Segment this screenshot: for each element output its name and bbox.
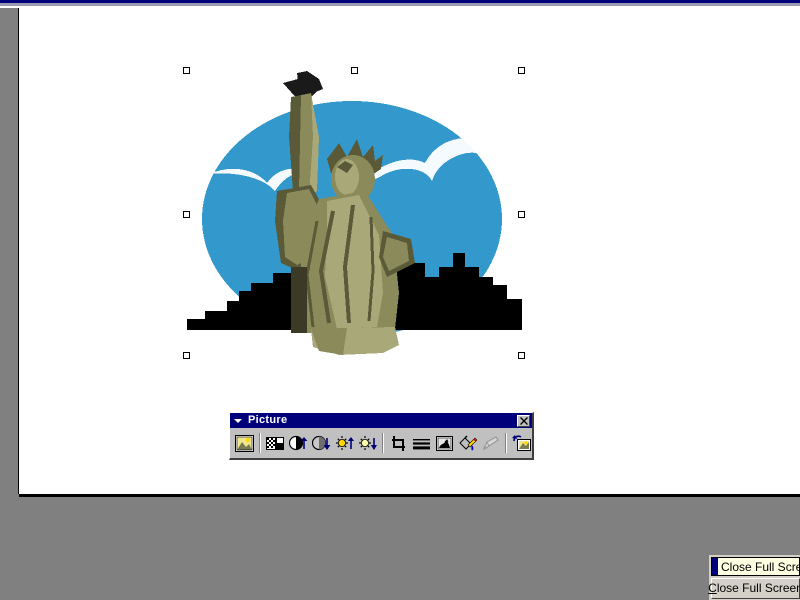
close-full-screen-popup[interactable]: Close Full Screen xyxy=(711,557,800,576)
close-full-screen-button[interactable]: Close Full Screen xyxy=(708,578,800,599)
crop-icon[interactable] xyxy=(387,432,410,454)
slide-bottom-edge xyxy=(19,494,800,497)
recolor-picture-icon[interactable] xyxy=(433,432,456,454)
more-brightness-icon[interactable] xyxy=(333,432,356,454)
picture-toolbar-title: Picture xyxy=(248,414,288,426)
close-full-screen-rest: lose Full Screen xyxy=(716,581,800,595)
format-picture-icon[interactable] xyxy=(456,432,479,454)
reset-picture-icon[interactable] xyxy=(510,432,533,454)
toolbar-separator-2 xyxy=(382,433,384,453)
picture-toolbar[interactable]: Picture xyxy=(229,412,534,460)
selection-handle-middle-left[interactable] xyxy=(183,211,190,218)
toolbar-separator-1 xyxy=(259,433,261,453)
insert-picture-icon[interactable] xyxy=(233,432,256,454)
selection-handle-top-right[interactable] xyxy=(518,67,525,74)
set-transparent-color-icon[interactable] xyxy=(479,432,502,454)
close-full-screen-accelerator: C xyxy=(708,581,717,595)
left-gutter xyxy=(0,8,19,500)
full-screen-slide-editor: Picture Close Full Scre Close Full Scree… xyxy=(0,0,800,600)
selection-handle-top-center[interactable] xyxy=(351,67,358,74)
close-full-screen-button-label: Close Full Screen xyxy=(708,582,800,595)
statue-of-liberty-picture[interactable] xyxy=(187,71,522,356)
close-icon[interactable] xyxy=(517,414,530,427)
picture-toolbar-titlebar[interactable]: Picture xyxy=(230,413,532,428)
line-style-icon[interactable] xyxy=(410,432,433,454)
less-contrast-icon[interactable] xyxy=(310,432,333,454)
toolbar-separator-3 xyxy=(505,433,507,453)
selection-handle-top-left[interactable] xyxy=(183,67,190,74)
less-brightness-icon[interactable] xyxy=(356,432,379,454)
close-full-screen-popup-label: Close Full Screen xyxy=(721,559,800,574)
picture-toolbar-buttons xyxy=(230,428,532,458)
image-control-icon[interactable] xyxy=(264,432,287,454)
chevron-down-icon[interactable] xyxy=(233,416,243,426)
selection-handle-middle-right[interactable] xyxy=(518,211,525,218)
selection-handle-bottom-left[interactable] xyxy=(183,352,190,359)
more-contrast-icon[interactable] xyxy=(287,432,310,454)
selection-handle-bottom-right[interactable] xyxy=(518,352,525,359)
